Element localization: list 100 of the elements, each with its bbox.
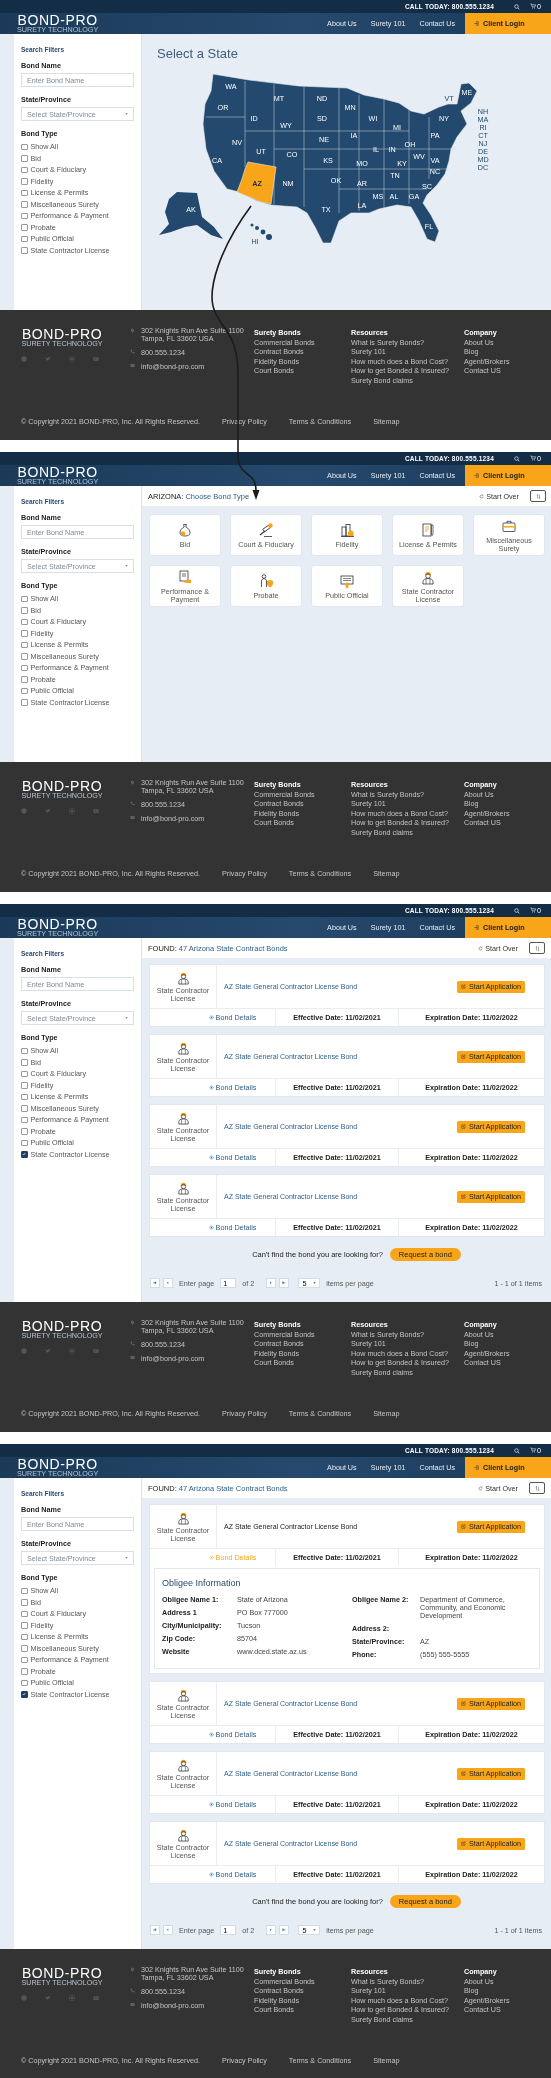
social-icon[interactable]	[45, 807, 51, 814]
eye-icon	[208, 1155, 214, 1160]
social-icon[interactable]	[21, 807, 27, 814]
checkbox[interactable]	[21, 1082, 28, 1089]
cart-icon[interactable]	[530, 906, 536, 913]
checkbox[interactable]	[21, 143, 28, 150]
checkbox[interactable]	[21, 1139, 28, 1146]
social-icon[interactable]	[93, 1994, 99, 2001]
checkbox[interactable]	[21, 676, 28, 683]
social-icon[interactable]	[69, 1994, 75, 2001]
cart-icon[interactable]	[530, 1446, 536, 1453]
checkbox[interactable]	[21, 166, 28, 173]
phone-icon	[130, 349, 135, 354]
checkbox[interactable]	[21, 699, 28, 706]
next-page-button[interactable]	[266, 1278, 277, 1288]
logo-text[interactable]: BOND-PRO	[17, 1457, 98, 1470]
logo-text[interactable]: BOND-PRO	[17, 13, 98, 26]
checkbox[interactable]	[21, 212, 28, 219]
social-icon[interactable]	[69, 1347, 75, 1354]
cart-icon[interactable]	[530, 2, 536, 9]
checkbox[interactable]	[21, 1679, 28, 1686]
next-page-icon	[269, 1281, 273, 1285]
social-icon[interactable]	[45, 1347, 51, 1354]
logo-text[interactable]: BOND-PRO	[17, 465, 98, 478]
checkbox[interactable]	[21, 178, 28, 185]
scroll-icon	[177, 568, 193, 585]
checkbox[interactable]	[21, 1668, 28, 1675]
checkbox[interactable]	[21, 1691, 28, 1698]
state-shape[interactable]	[236, 161, 277, 205]
previous-page-button[interactable]	[163, 1925, 173, 1935]
checkbox[interactable]	[21, 1116, 28, 1123]
first-page-button[interactable]	[150, 1278, 160, 1288]
social-icon[interactable]	[21, 1994, 27, 2001]
checkbox[interactable]	[21, 1656, 28, 1663]
login-icon	[474, 925, 479, 930]
obligee-heading: Obligee Information	[162, 1578, 242, 1588]
search-icon[interactable]	[514, 3, 520, 10]
checkbox[interactable]	[21, 1645, 28, 1652]
mail-icon	[130, 815, 135, 820]
edit-icon	[461, 1841, 467, 1846]
previous-page-button[interactable]	[163, 1278, 173, 1288]
checkbox[interactable]	[21, 247, 28, 254]
checkbox[interactable]	[21, 1047, 28, 1054]
eye-icon	[208, 1732, 214, 1737]
social-icon[interactable]	[93, 807, 99, 814]
checkbox[interactable]	[21, 1151, 28, 1158]
logo-text[interactable]: BOND-PRO	[21, 1967, 103, 1979]
sort-button[interactable]	[529, 1482, 545, 1494]
eye-icon	[208, 1555, 214, 1560]
worker-icon	[175, 1180, 191, 1196]
checkbox[interactable]	[21, 1633, 28, 1640]
logo-text[interactable]: BOND-PRO	[21, 328, 103, 340]
sort-icon	[535, 493, 541, 499]
checkbox[interactable]	[21, 155, 28, 162]
logo-text[interactable]: BOND-PRO	[21, 780, 103, 792]
caret-icon	[312, 1282, 316, 1284]
search-icon[interactable]	[514, 455, 520, 462]
first-page-button[interactable]	[150, 1925, 160, 1935]
checkbox[interactable]	[21, 235, 28, 242]
checkbox[interactable]	[21, 1599, 28, 1606]
checkbox[interactable]	[21, 224, 28, 231]
logo-text[interactable]: BOND-PRO	[17, 917, 98, 930]
social-icon[interactable]	[21, 1347, 27, 1354]
checkbox[interactable]	[21, 630, 28, 637]
social-icon[interactable]	[21, 355, 27, 362]
social-icon[interactable]	[69, 807, 75, 814]
checkbox[interactable]	[21, 1128, 28, 1135]
checkbox[interactable]	[21, 618, 28, 625]
last-page-button[interactable]	[279, 1925, 290, 1935]
social-icon[interactable]	[69, 355, 75, 362]
checkbox[interactable]	[21, 189, 28, 196]
social-icon[interactable]	[93, 1347, 99, 1354]
last-page-button[interactable]	[279, 1278, 290, 1288]
checkbox[interactable]	[21, 1059, 28, 1066]
checkbox[interactable]	[21, 607, 28, 614]
checkbox[interactable]	[21, 641, 28, 648]
checkbox[interactable]	[21, 664, 28, 671]
checkbox[interactable]	[21, 1587, 28, 1594]
checkbox[interactable]	[21, 1622, 28, 1629]
search-icon[interactable]	[514, 907, 520, 914]
sort-button[interactable]	[529, 942, 545, 954]
sort-button[interactable]	[530, 490, 546, 502]
checkbox[interactable]	[21, 653, 28, 660]
caret-icon	[125, 1017, 128, 1019]
previous-page-icon	[166, 1928, 170, 1932]
checkbox[interactable]	[21, 595, 28, 602]
checkbox[interactable]	[21, 687, 28, 694]
next-page-button[interactable]	[266, 1925, 277, 1935]
logo-text[interactable]: BOND-PRO	[21, 1320, 103, 1332]
checkbox[interactable]	[21, 1093, 28, 1100]
social-icon[interactable]	[45, 1994, 51, 2001]
search-icon[interactable]	[514, 1447, 520, 1454]
checkbox[interactable]	[21, 1105, 28, 1112]
checkbox[interactable]	[21, 1070, 28, 1077]
cart-icon[interactable]	[530, 454, 536, 461]
checkbox[interactable]	[21, 1610, 28, 1617]
checkbox[interactable]	[21, 201, 28, 208]
social-icon[interactable]	[45, 355, 51, 362]
social-icon[interactable]	[93, 355, 99, 362]
eye-icon	[208, 1225, 214, 1230]
